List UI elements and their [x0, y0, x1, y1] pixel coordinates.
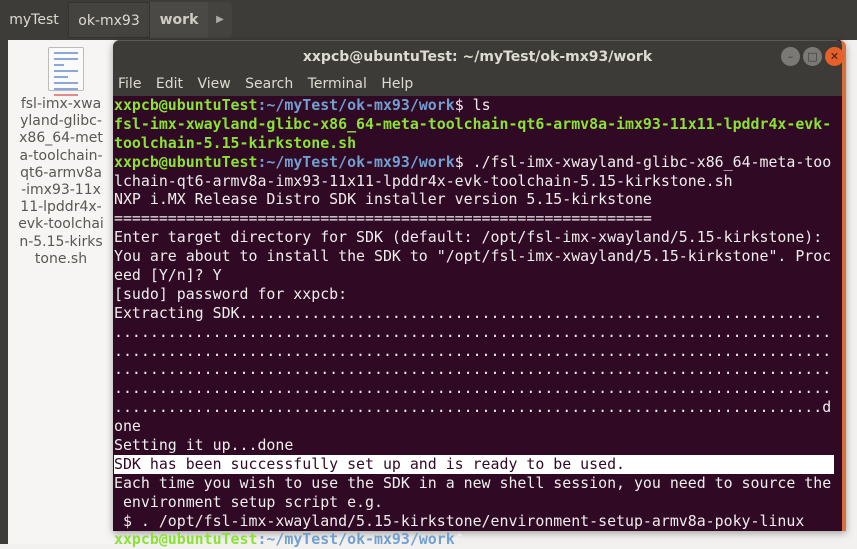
output-line: ........................................…	[114, 379, 832, 398]
path-bar: myTest ok-mx93 work ▶	[0, 0, 857, 40]
file-label[interactable]: fsl-imx-xwayland-glibc-x86_64-meta-toolc…	[18, 96, 104, 268]
installer-output: lchain-qt6-armv8a-imx93-11x11-lpddr4x-ev…	[114, 172, 842, 455]
prompt-path: :~/myTest/ok-mx93/work	[257, 530, 455, 549]
path-forward-arrow-icon[interactable]: ▶	[208, 2, 232, 38]
minimize-button[interactable]: –	[781, 47, 800, 66]
output-line: $ . /opt/fsl-imx-xwayland/5.15-kirkstone…	[114, 511, 805, 530]
prompt-user: xxpcb@ubuntuTest	[114, 152, 258, 171]
prompt-line: xxpcb@ubuntuTest:~/myTest/ok-mx93/work$ …	[114, 96, 842, 115]
menu-help[interactable]: Help	[381, 76, 413, 92]
output-line: Setting it up...done	[114, 436, 294, 455]
prompt-line: xxpcb@ubuntuTest:~/myTest/ok-mx93/work$ …	[114, 153, 842, 172]
path-button-mytest[interactable]: myTest	[0, 2, 68, 38]
output-line: Each time you wish to use the SDK in a n…	[114, 473, 832, 492]
output-line: one	[114, 417, 141, 436]
output-line: You are about to install the SDK to "/op…	[114, 247, 832, 266]
terminal-output[interactable]: xxpcb@ubuntuTest:~/myTest/ok-mx93/work$ …	[113, 96, 842, 549]
output-line: ========================================…	[114, 209, 652, 228]
output-line: eed [Y/n]? Y	[114, 266, 222, 285]
menu-view[interactable]: View	[197, 76, 230, 92]
ls-output: toolchain-5.15-kirkstone.sh	[114, 133, 357, 152]
prompt-path: :~/myTest/ok-mx93/work	[257, 96, 455, 114]
close-button[interactable]: ✕	[825, 47, 844, 66]
output-line: lchain-qt6-armv8a-imx93-11x11-lpddr4x-ev…	[114, 171, 733, 190]
terminal-window: xxpcb@ubuntuTest: ~/myTest/ok-mx93/work …	[113, 40, 846, 548]
path-button-ok-mx93[interactable]: ok-mx93	[68, 2, 150, 38]
window-edge	[0, 40, 8, 544]
output-line: ........................................…	[114, 341, 832, 360]
output-line: Enter target directory for SDK (default:…	[114, 228, 823, 247]
ls-output: fsl-imx-xwayland-glibc-x86_64-meta-toolc…	[114, 114, 832, 133]
output-line: ........................................…	[114, 398, 832, 417]
menu-search[interactable]: Search	[245, 76, 293, 92]
menu-file[interactable]: File	[118, 76, 141, 92]
text-file-icon[interactable]	[48, 47, 84, 96]
success-highlight: SDK has been successfully set up and is …	[114, 454, 834, 474]
menu-bar: File Edit View Search Terminal Help	[113, 73, 842, 96]
output-line: Extracting SDK..........................…	[114, 303, 823, 322]
output-line: ........................................…	[114, 322, 832, 341]
output-line: environment setup script e.g.	[114, 492, 383, 511]
output-line: ........................................…	[114, 360, 832, 379]
menu-terminal[interactable]: Terminal	[308, 76, 367, 92]
maximize-button[interactable]: □	[803, 47, 822, 66]
prompt-line: xxpcb@ubuntuTest:~/myTest/ok-mx93/work$	[114, 530, 842, 549]
output-line: [sudo] password for xxpcb:	[114, 284, 348, 303]
terminal-title: xxpcb@ubuntuTest: ~/myTest/ok-mx93/work	[113, 40, 842, 73]
path-button-work[interactable]: work	[150, 2, 208, 38]
command: $ ls	[454, 96, 491, 114]
command: $ ./fsl-imx-xwayland-glibc-x86_64-meta-t…	[454, 152, 832, 171]
menu-edit[interactable]: Edit	[156, 76, 183, 92]
prompt-symbol: $	[454, 530, 473, 549]
prompt-user: xxpcb@ubuntuTest	[114, 96, 258, 114]
output-line: NXP i.MX Release Distro SDK installer ve…	[114, 190, 652, 209]
file-view: fsl-imx-xwayland-glibc-x86_64-meta-toolc…	[8, 40, 113, 544]
prompt-path: :~/myTest/ok-mx93/work	[257, 152, 455, 171]
prompt-user: xxpcb@ubuntuTest	[114, 530, 258, 549]
